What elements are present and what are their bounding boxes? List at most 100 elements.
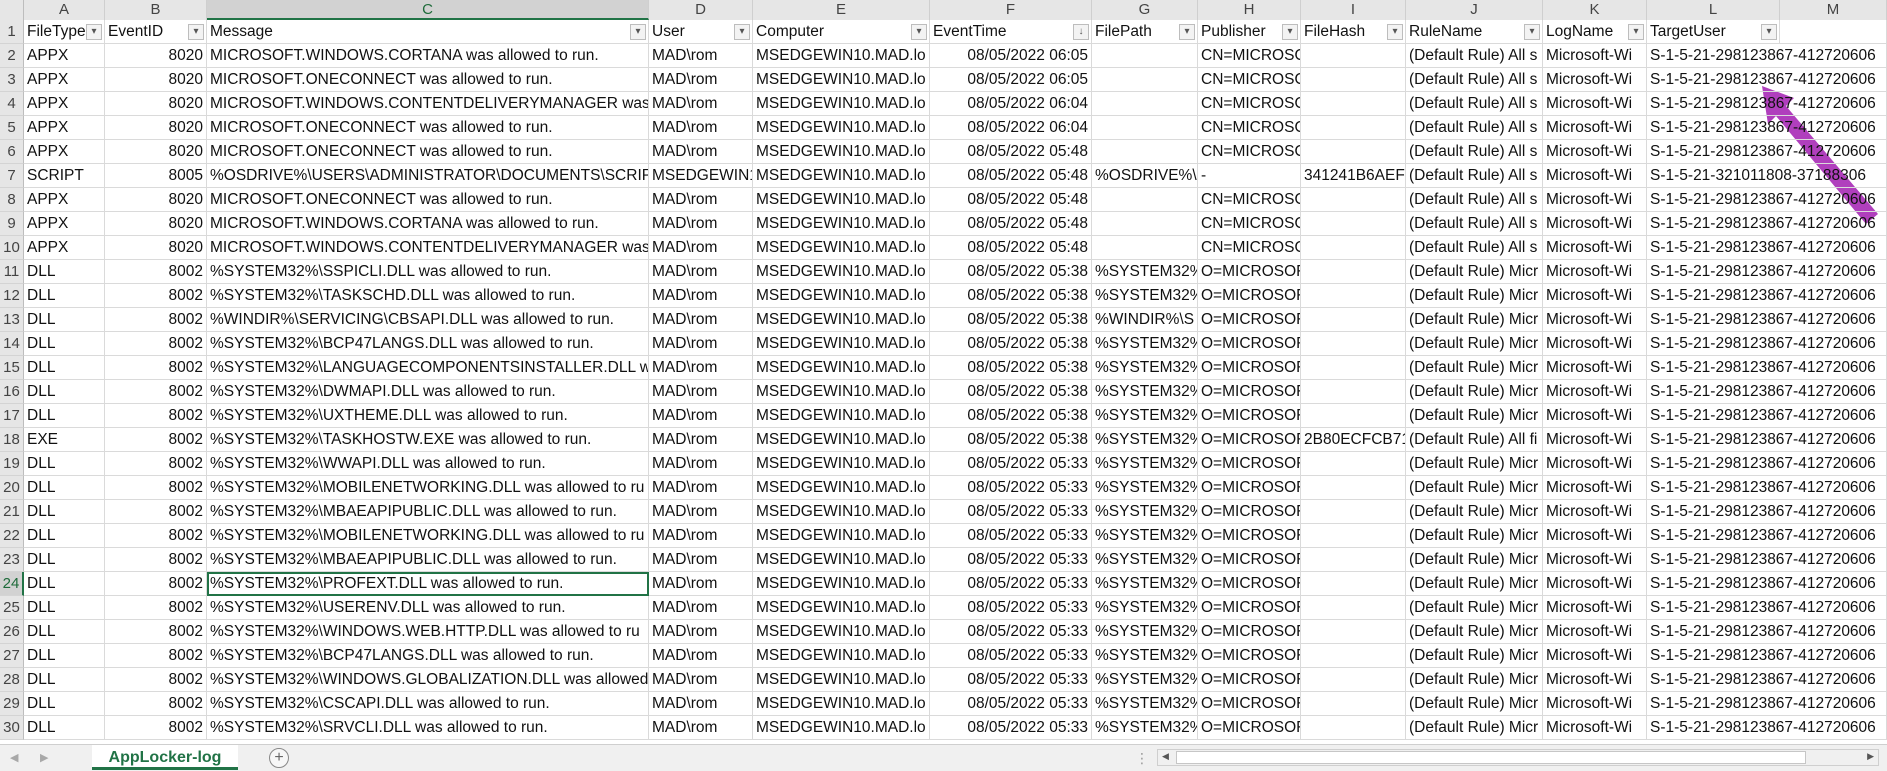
- table-cell[interactable]: MAD\rom: [649, 92, 753, 116]
- table-cell[interactable]: MSEDGEWIN10.MAD.lo: [753, 212, 930, 236]
- table-cell[interactable]: DLL: [24, 452, 105, 476]
- table-cell[interactable]: %SYSTEM32%: [1092, 380, 1198, 404]
- table-cell[interactable]: %SYSTEM32%\TASKSCHD.DLL was allowed to r…: [207, 284, 649, 308]
- table-cell[interactable]: %SYSTEM32%\UXTHEME.DLL was allowed to ru…: [207, 404, 649, 428]
- table-cell[interactable]: MSEDGEWIN10.MAD.lo: [753, 548, 930, 572]
- table-cell[interactable]: S-1-5-21-298123867-412720606: [1647, 116, 1876, 140]
- table-cell[interactable]: CN=MICROSOFT CORPORAT: [1198, 188, 1301, 212]
- table-cell[interactable]: Microsoft-Wi: [1543, 596, 1647, 620]
- table-cell[interactable]: %SYSTEM32%\WWAPI.DLL was allowed to run.: [207, 452, 649, 476]
- table-cell[interactable]: 8020: [105, 44, 207, 68]
- table-cell[interactable]: Microsoft-Wi: [1543, 164, 1647, 188]
- table-cell[interactable]: MAD\rom: [649, 572, 753, 596]
- table-cell[interactable]: [1301, 596, 1406, 620]
- table-cell[interactable]: Microsoft-Wi: [1543, 548, 1647, 572]
- table-cell[interactable]: 8002: [105, 572, 207, 596]
- table-cell[interactable]: %SYSTEM32%\LANGUAGECOMPONENTSINSTALLER.D…: [207, 356, 649, 380]
- table-cell[interactable]: 2B80ECFCB71: [1301, 428, 1406, 452]
- table-cell[interactable]: (Default Rule) All s: [1406, 140, 1543, 164]
- table-cell[interactable]: [1301, 452, 1406, 476]
- table-cell[interactable]: Microsoft-Wi: [1543, 380, 1647, 404]
- table-cell[interactable]: %SYSTEM32%\CSCAPI.DLL was allowed to run…: [207, 692, 649, 716]
- table-cell[interactable]: [1092, 212, 1198, 236]
- filter-dropdown-icon[interactable]: ▾: [630, 24, 646, 40]
- table-cell[interactable]: 8020: [105, 188, 207, 212]
- table-cell[interactable]: O=MICROSOFT CORPORATI: [1198, 500, 1301, 524]
- table-cell[interactable]: %OSDRIVE%\USERS\ADMINISTRATOR\DOCUMENTS\…: [207, 164, 649, 188]
- table-cell[interactable]: 8020: [105, 116, 207, 140]
- table-cell[interactable]: Microsoft-Wi: [1543, 44, 1647, 68]
- table-cell[interactable]: APPX: [24, 92, 105, 116]
- table-cell[interactable]: (Default Rule) All s: [1406, 212, 1543, 236]
- table-cell[interactable]: %SYSTEM32%: [1092, 524, 1198, 548]
- scrollbar-thumb[interactable]: [1176, 751, 1806, 764]
- header-cell-eventtime[interactable]: EventTime: [930, 20, 1092, 44]
- table-cell[interactable]: %SYSTEM32%\USERENV.DLL was allowed to ru…: [207, 596, 649, 620]
- filter-dropdown-icon[interactable]: ▾: [1524, 24, 1540, 40]
- table-cell[interactable]: DLL: [24, 260, 105, 284]
- table-cell[interactable]: 08/05/2022 05:33: [930, 668, 1092, 692]
- table-cell[interactable]: O=MICROSOFT CORPORATI: [1198, 644, 1301, 668]
- table-cell[interactable]: Microsoft-Wi: [1543, 692, 1647, 716]
- table-cell[interactable]: [1092, 92, 1198, 116]
- table-cell[interactable]: [1301, 236, 1406, 260]
- row-header[interactable]: 6: [0, 140, 24, 164]
- plus-icon[interactable]: +: [269, 748, 289, 768]
- table-cell[interactable]: %SYSTEM32%: [1092, 476, 1198, 500]
- table-cell[interactable]: 08/05/2022 06:04: [930, 92, 1092, 116]
- table-cell[interactable]: S-1-5-21-298123867-412720606: [1647, 44, 1876, 68]
- column-header-f[interactable]: F: [930, 0, 1092, 20]
- horizontal-scrollbar[interactable]: ◀ ▶: [1157, 749, 1879, 766]
- table-cell[interactable]: 8002: [105, 452, 207, 476]
- table-cell[interactable]: (Default Rule) Micr: [1406, 476, 1543, 500]
- table-cell[interactable]: [1301, 524, 1406, 548]
- table-cell[interactable]: %SYSTEM32%: [1092, 500, 1198, 524]
- row-header[interactable]: 27: [0, 644, 24, 668]
- table-cell[interactable]: [1092, 116, 1198, 140]
- column-header-h[interactable]: H: [1198, 0, 1301, 20]
- table-cell[interactable]: Microsoft-Wi: [1543, 284, 1647, 308]
- table-cell[interactable]: Microsoft-Wi: [1543, 716, 1647, 740]
- table-cell[interactable]: DLL: [24, 524, 105, 548]
- row-header[interactable]: 15: [0, 356, 24, 380]
- table-cell[interactable]: S-1-5-21-298123867-412720606: [1647, 308, 1876, 332]
- table-cell[interactable]: S-1-5-21-298123867-412720606: [1647, 524, 1876, 548]
- table-cell[interactable]: S-1-5-21-298123867-412720606: [1647, 644, 1876, 668]
- table-cell[interactable]: MSEDGEWIN10.MAD.lo: [753, 452, 930, 476]
- scroll-left-icon[interactable]: ◀: [1162, 751, 1169, 762]
- header-cell-empty[interactable]: [1780, 20, 1887, 44]
- row-header[interactable]: 12: [0, 284, 24, 308]
- table-cell[interactable]: MAD\rom: [649, 356, 753, 380]
- table-cell[interactable]: MSEDGEWIN10.MAD.lo: [753, 692, 930, 716]
- table-cell[interactable]: MICROSOFT.ONECONNECT was allowed to run.: [207, 68, 649, 92]
- table-cell[interactable]: 8002: [105, 260, 207, 284]
- table-cell[interactable]: %SYSTEM32%\WINDOWS.GLOBALIZATION.DLL was…: [207, 668, 649, 692]
- table-cell[interactable]: %WINDIR%\S: [1092, 308, 1198, 332]
- table-cell[interactable]: MSEDGEWIN10.MAD.lo: [753, 524, 930, 548]
- table-cell[interactable]: O=MICROSOFT CORPORATI: [1198, 668, 1301, 692]
- table-cell[interactable]: O=MICROSOFT CORPORATI: [1198, 284, 1301, 308]
- table-cell[interactable]: (Default Rule) Micr: [1406, 332, 1543, 356]
- table-cell[interactable]: %SYSTEM32%: [1092, 404, 1198, 428]
- table-cell[interactable]: 08/05/2022 05:33: [930, 548, 1092, 572]
- table-cell[interactable]: (Default Rule) Micr: [1406, 692, 1543, 716]
- table-cell[interactable]: 8002: [105, 500, 207, 524]
- table-cell[interactable]: 08/05/2022 05:33: [930, 620, 1092, 644]
- row-header[interactable]: 16: [0, 380, 24, 404]
- table-cell[interactable]: MSEDGEWIN10.MAD.lo: [753, 500, 930, 524]
- table-cell[interactable]: (Default Rule) Micr: [1406, 716, 1543, 740]
- filter-dropdown-icon[interactable]: ▾: [1761, 24, 1777, 40]
- table-cell[interactable]: 08/05/2022 05:48: [930, 140, 1092, 164]
- sheet-tab[interactable]: AppLocker-log: [92, 745, 238, 770]
- table-cell[interactable]: O=MICROSOFT CORPORATI: [1198, 356, 1301, 380]
- filter-dropdown-icon[interactable]: ▾: [86, 24, 102, 40]
- table-cell[interactable]: 08/05/2022 05:38: [930, 332, 1092, 356]
- header-cell-rulename[interactable]: RuleName: [1406, 20, 1543, 44]
- table-cell[interactable]: S-1-5-21-298123867-412720606: [1647, 356, 1876, 380]
- table-cell[interactable]: DLL: [24, 308, 105, 332]
- row-header[interactable]: 10: [0, 236, 24, 260]
- row-header[interactable]: 13: [0, 308, 24, 332]
- table-cell[interactable]: [1092, 44, 1198, 68]
- table-cell[interactable]: Microsoft-Wi: [1543, 188, 1647, 212]
- table-cell[interactable]: 8002: [105, 644, 207, 668]
